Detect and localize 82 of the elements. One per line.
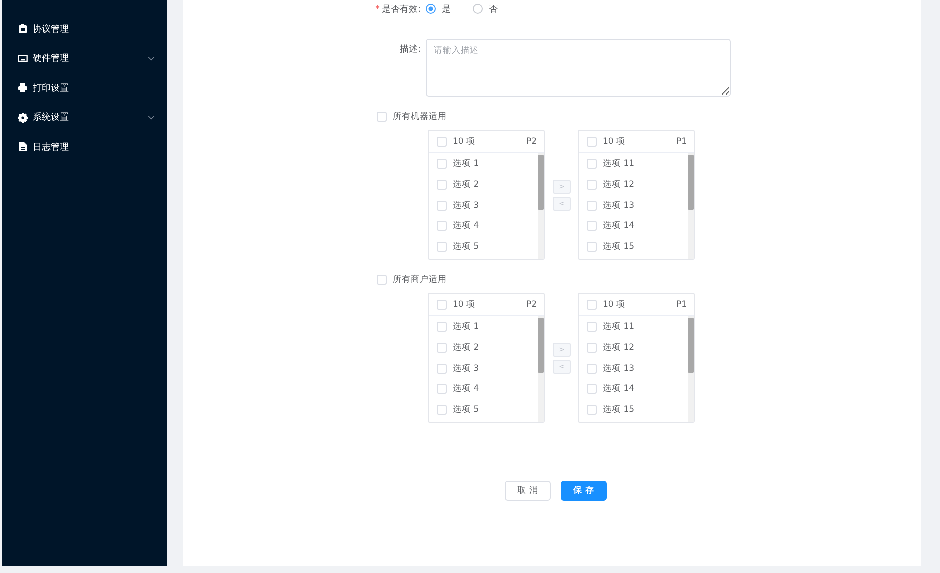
list-item[interactable]: 选项 14 — [603, 220, 635, 232]
printer-icon — [18, 83, 28, 93]
list-item[interactable]: 选项 12 — [603, 342, 635, 354]
checkbox[interactable] — [437, 405, 447, 416]
sidebar-item[interactable]: 硬件管理 — [2, 48, 167, 68]
document-icon — [18, 142, 28, 152]
list-item[interactable]: 选项 13 — [603, 200, 635, 212]
list-item[interactable]: 选项 14 — [603, 383, 635, 396]
list-item[interactable]: 选项 5 — [453, 241, 480, 254]
checkbox[interactable] — [437, 384, 447, 394]
list-item[interactable]: 选项 15 — [603, 404, 635, 416]
checkbox[interactable] — [587, 221, 597, 232]
checkbox[interactable] — [437, 136, 447, 146]
radio-label[interactable]: 是 — [442, 2, 451, 16]
list-item[interactable]: 选项 3 — [453, 362, 480, 375]
list-item[interactable]: 选项 4 — [453, 383, 480, 396]
item-count: 10 项 — [603, 298, 627, 310]
list-item[interactable]: 选项 3 — [453, 200, 480, 212]
chevron-down-icon — [148, 56, 155, 60]
panel-title: P1 — [676, 136, 687, 146]
radio-button[interactable] — [426, 4, 436, 14]
checkbox-label[interactable]: 所有商户适用 — [393, 274, 447, 286]
checkbox[interactable] — [437, 364, 447, 374]
scrollbar[interactable] — [688, 316, 694, 422]
checkbox[interactable] — [437, 343, 447, 354]
sidebar-item[interactable]: 协议管理 — [2, 19, 167, 39]
list-item[interactable]: 选项 15 — [603, 241, 635, 254]
sidebar-item[interactable]: 打印设置 — [2, 78, 167, 98]
checkbox[interactable] — [587, 242, 597, 252]
checkbox[interactable] — [437, 221, 447, 232]
checkbox[interactable] — [587, 384, 597, 394]
checkbox[interactable] — [587, 159, 597, 170]
checkbox[interactable] — [437, 159, 447, 170]
list-item[interactable]: 选项 1 — [453, 158, 480, 170]
cancel-button[interactable]: 取 消 — [505, 481, 551, 501]
panel-title: P2 — [526, 300, 537, 310]
chevron-down-icon — [148, 116, 155, 120]
item-count: 10 项 — [453, 298, 477, 310]
field-label: 描述: — [400, 45, 421, 55]
checkbox[interactable] — [437, 322, 447, 332]
clipboard-icon — [18, 24, 28, 34]
list-item[interactable]: 选项 12 — [603, 179, 635, 192]
panel-title: P2 — [526, 136, 537, 146]
radio-label[interactable]: 否 — [489, 2, 498, 16]
description-field[interactable]: 请输入描述 — [426, 39, 731, 97]
scrollbar[interactable] — [688, 153, 694, 259]
sidebar-item[interactable]: 系统设置 — [2, 108, 167, 128]
field-label: 是否有效: — [382, 4, 421, 14]
checkbox[interactable] — [587, 322, 597, 332]
panel-title: P1 — [676, 300, 687, 310]
sidebar-item[interactable]: 日志管理 — [2, 137, 167, 157]
list-item[interactable]: 选项 2 — [453, 342, 480, 354]
checkbox[interactable] — [587, 300, 597, 310]
checkbox[interactable] — [437, 180, 447, 190]
checkbox[interactable] — [587, 364, 597, 374]
checkbox[interactable] — [587, 136, 597, 146]
scrollbar[interactable] — [538, 316, 544, 422]
list-item[interactable]: 选项 2 — [453, 179, 480, 192]
monitor-icon — [18, 54, 28, 64]
checkbox[interactable] — [587, 200, 597, 211]
list-item[interactable]: 选项 11 — [603, 321, 635, 334]
scrollbar[interactable] — [538, 153, 544, 259]
checkbox[interactable] — [437, 242, 447, 252]
gear-icon — [18, 112, 28, 122]
checkbox-label[interactable]: 所有机器适用 — [393, 111, 447, 123]
list-item[interactable]: 选项 1 — [453, 321, 480, 334]
list-item[interactable]: 选项 11 — [603, 158, 635, 170]
checkbox[interactable] — [377, 112, 387, 122]
checkbox[interactable] — [587, 405, 597, 416]
checkbox[interactable] — [587, 343, 597, 354]
checkbox[interactable] — [437, 300, 447, 310]
item-count: 10 项 — [453, 136, 477, 148]
list-item[interactable]: 选项 5 — [453, 404, 480, 416]
save-button[interactable]: 保 存 — [561, 481, 607, 501]
radio-button[interactable] — [473, 4, 483, 14]
checkbox[interactable] — [437, 200, 447, 211]
checkbox[interactable] — [587, 180, 597, 190]
list-item[interactable]: 选项 13 — [603, 362, 635, 375]
checkbox[interactable] — [377, 275, 387, 285]
item-count: 10 项 — [603, 136, 627, 148]
required-mark: * — [375, 4, 380, 14]
list-item[interactable]: 选项 4 — [453, 220, 480, 232]
